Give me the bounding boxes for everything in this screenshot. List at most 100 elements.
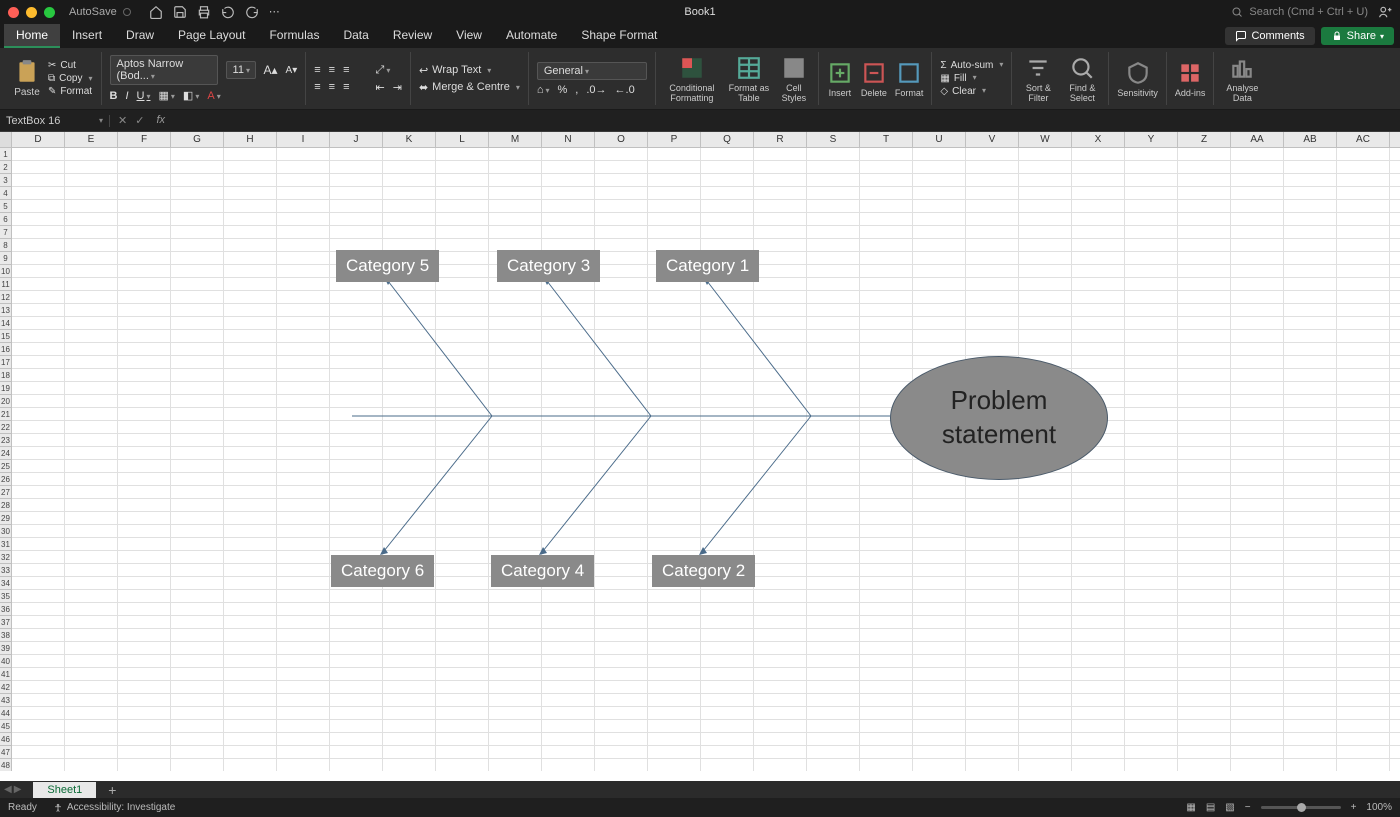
cell-styles-button[interactable]: Cell Styles xyxy=(778,55,810,103)
column-header-L[interactable]: L xyxy=(436,132,489,147)
column-header-E[interactable]: E xyxy=(65,132,118,147)
zoom-slider[interactable] xyxy=(1261,806,1341,809)
increase-font-icon[interactable]: A▴ xyxy=(264,63,278,77)
tab-shape-format[interactable]: Shape Format xyxy=(569,24,669,48)
align-middle-icon[interactable]: ≡ xyxy=(329,64,335,76)
align-center-icon[interactable]: ≡ xyxy=(329,81,335,93)
addins-button[interactable]: Add-ins xyxy=(1175,60,1206,98)
view-page-layout-icon[interactable]: ▤ xyxy=(1206,802,1215,813)
row-header-6[interactable]: 6 xyxy=(0,213,12,226)
row-header-18[interactable]: 18 xyxy=(0,369,12,382)
bold-button[interactable]: B xyxy=(110,90,118,102)
column-header-V[interactable]: V xyxy=(966,132,1019,147)
close-window-button[interactable] xyxy=(8,7,19,18)
border-button[interactable]: ▦ xyxy=(159,89,175,102)
row-header-13[interactable]: 13 xyxy=(0,304,12,317)
row-header-40[interactable]: 40 xyxy=(0,655,12,668)
search-box[interactable]: Search (Cmd + Ctrl + U) xyxy=(1231,6,1368,18)
font-family-dropdown[interactable]: Aptos Narrow (Bod... xyxy=(110,55,218,85)
row-header-24[interactable]: 24 xyxy=(0,447,12,460)
paste-button[interactable]: Paste xyxy=(14,59,40,98)
column-header-P[interactable]: P xyxy=(648,132,701,147)
insert-cells-button[interactable]: Insert xyxy=(827,60,853,98)
save-icon[interactable] xyxy=(173,5,187,19)
accessibility-status[interactable]: Accessibility: Investigate xyxy=(53,802,175,813)
column-header-D[interactable]: D xyxy=(12,132,65,147)
increase-decimal-icon[interactable]: .0→ xyxy=(586,84,606,96)
format-painter-button[interactable]: ✎Format xyxy=(48,86,93,97)
row-header-28[interactable]: 28 xyxy=(0,499,12,512)
comma-icon[interactable]: , xyxy=(575,84,578,96)
row-header-22[interactable]: 22 xyxy=(0,421,12,434)
view-page-break-icon[interactable]: ▧ xyxy=(1225,802,1234,813)
spreadsheet-grid[interactable]: 1234567891011121314151617181920212223242… xyxy=(0,148,1400,771)
tab-view[interactable]: View xyxy=(444,24,494,48)
row-header-31[interactable]: 31 xyxy=(0,538,12,551)
row-header-10[interactable]: 10 xyxy=(0,265,12,278)
row-header-15[interactable]: 15 xyxy=(0,330,12,343)
column-header-AC[interactable]: AC xyxy=(1337,132,1390,147)
row-header-2[interactable]: 2 xyxy=(0,161,12,174)
column-header-H[interactable]: H xyxy=(224,132,277,147)
category-box-1[interactable]: Category 1 xyxy=(656,250,759,282)
tab-formulas[interactable]: Formulas xyxy=(257,24,331,48)
row-header-26[interactable]: 26 xyxy=(0,473,12,486)
print-icon[interactable] xyxy=(197,5,211,19)
column-header-G[interactable]: G xyxy=(171,132,224,147)
row-header-11[interactable]: 11 xyxy=(0,278,12,291)
row-header-45[interactable]: 45 xyxy=(0,720,12,733)
cut-button[interactable]: ✂Cut xyxy=(48,60,93,71)
column-header-AA[interactable]: AA xyxy=(1231,132,1284,147)
currency-icon[interactable]: ⌂ xyxy=(537,84,550,96)
row-header-39[interactable]: 39 xyxy=(0,642,12,655)
align-right-icon[interactable]: ≡ xyxy=(343,81,349,93)
share-button[interactable]: Share ▾ xyxy=(1321,27,1394,45)
row-header-44[interactable]: 44 xyxy=(0,707,12,720)
category-box-6[interactable]: Category 6 xyxy=(331,555,434,587)
row-header-30[interactable]: 30 xyxy=(0,525,12,538)
row-header-27[interactable]: 27 xyxy=(0,486,12,499)
row-header-35[interactable]: 35 xyxy=(0,590,12,603)
row-header-47[interactable]: 47 xyxy=(0,746,12,759)
share-people-icon[interactable] xyxy=(1378,5,1392,19)
category-box-3[interactable]: Category 3 xyxy=(497,250,600,282)
row-header-32[interactable]: 32 xyxy=(0,551,12,564)
row-header-1[interactable]: 1 xyxy=(0,148,12,161)
sensitivity-button[interactable]: Sensitivity xyxy=(1117,60,1158,98)
comments-button[interactable]: Comments xyxy=(1225,27,1314,45)
category-box-2[interactable]: Category 2 xyxy=(652,555,755,587)
format-cells-button[interactable]: Format xyxy=(895,60,924,98)
column-header-K[interactable]: K xyxy=(383,132,436,147)
row-header-36[interactable]: 36 xyxy=(0,603,12,616)
increase-indent-icon[interactable]: ⇥ xyxy=(393,81,402,94)
fx-icon[interactable]: fx xyxy=(156,114,165,127)
tab-automate[interactable]: Automate xyxy=(494,24,569,48)
autosave-toggle[interactable]: AutoSave xyxy=(69,6,131,18)
wrap-text-button[interactable]: ↩Wrap Text xyxy=(419,64,520,77)
minimize-window-button[interactable] xyxy=(26,7,37,18)
view-normal-icon[interactable]: ▦ xyxy=(1186,802,1195,813)
row-header-34[interactable]: 34 xyxy=(0,577,12,590)
fill-color-button[interactable]: ◧ xyxy=(183,89,199,102)
row-header-41[interactable]: 41 xyxy=(0,668,12,681)
qat-more-icon[interactable]: ⋯ xyxy=(269,5,280,19)
italic-button[interactable]: I xyxy=(125,90,128,102)
row-header-37[interactable]: 37 xyxy=(0,616,12,629)
cancel-formula-icon[interactable]: ✕ xyxy=(118,114,127,127)
row-header-16[interactable]: 16 xyxy=(0,343,12,356)
maximize-window-button[interactable] xyxy=(44,7,55,18)
row-header-33[interactable]: 33 xyxy=(0,564,12,577)
category-box-4[interactable]: Category 4 xyxy=(491,555,594,587)
accept-formula-icon[interactable]: ✓ xyxy=(135,114,144,127)
name-box[interactable]: TextBox 16 ▾ xyxy=(0,115,110,127)
column-header-U[interactable]: U xyxy=(913,132,966,147)
row-header-29[interactable]: 29 xyxy=(0,512,12,525)
find-select-button[interactable]: Find & Select xyxy=(1064,55,1100,103)
category-box-5[interactable]: Category 5 xyxy=(336,250,439,282)
zoom-in-button[interactable]: + xyxy=(1351,802,1357,813)
underline-button[interactable]: U xyxy=(137,90,151,102)
column-header-T[interactable]: T xyxy=(860,132,913,147)
tab-page-layout[interactable]: Page Layout xyxy=(166,24,257,48)
autosum-button[interactable]: ΣAuto-sum xyxy=(940,60,1003,71)
column-header-O[interactable]: O xyxy=(595,132,648,147)
